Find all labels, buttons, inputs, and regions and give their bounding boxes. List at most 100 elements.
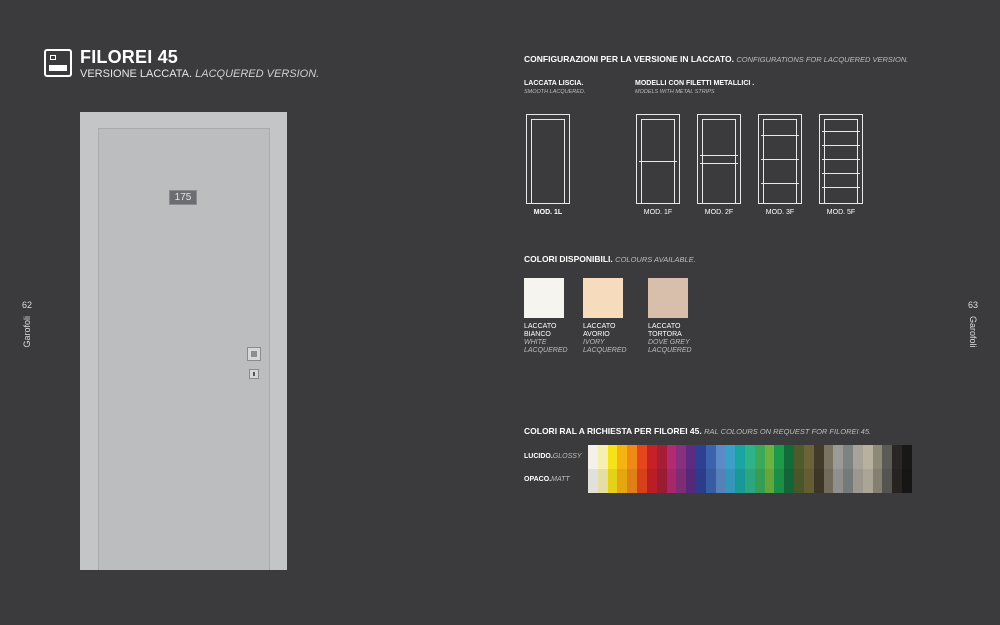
ral-color-chip: [754, 469, 765, 493]
door-lock-icon: [249, 369, 259, 379]
metal-strip: [761, 135, 799, 136]
metal-strip: [822, 159, 860, 160]
ral-color-chip: [823, 445, 834, 469]
ral-color-chip: [725, 445, 736, 469]
ral-color-chip: [774, 445, 785, 469]
ral-color-chip: [715, 445, 726, 469]
matt-label: OPACO.MATT: [524, 476, 570, 483]
ral-color-chip: [617, 469, 628, 493]
color-name-it: BIANCO: [524, 331, 551, 338]
page-subtitle: VERSIONE LACCATA. LACQUERED VERSION.: [80, 68, 319, 80]
config-heading-it: CONFIGURAZIONI PER LA VERSIONE IN LACCAT…: [524, 54, 734, 64]
ral-color-chip: [695, 445, 706, 469]
ral-color-chip: [646, 445, 657, 469]
ral-color-chip: [872, 469, 883, 493]
ral-color-chip: [862, 445, 873, 469]
ral-color-chip: [892, 469, 902, 493]
model-label: MOD. 5F: [826, 209, 856, 216]
color-swatch-label: LACCATO TORTORA DOVE GREY LACQUERED: [648, 323, 692, 355]
colors-heading-en: COLOURS AVAILABLE.: [615, 255, 696, 264]
colors-heading: COLORI DISPONIBILI. COLOURS AVAILABLE.: [524, 254, 696, 264]
metal-strip: [822, 173, 860, 174]
ral-color-chip: [666, 469, 677, 493]
metal-strip: [700, 155, 738, 156]
ral-matt-row: [588, 469, 912, 493]
ral-color-chip: [725, 469, 736, 493]
ral-color-chip: [686, 445, 696, 469]
ral-color-chip: [794, 445, 804, 469]
color-swatch: [648, 278, 688, 318]
model-door-diagram: [819, 114, 863, 204]
ral-color-chip: [784, 469, 795, 493]
ral-color-chip: [843, 469, 853, 493]
matt-label-en: MATT: [551, 476, 570, 483]
ral-color-chip: [852, 445, 863, 469]
matt-label-it: OPACO.: [524, 476, 552, 483]
model-label: MOD. 2F: [704, 209, 734, 216]
brand-logo-icon: [44, 49, 72, 77]
ral-color-chip: [803, 469, 814, 493]
ral-color-chip: [676, 469, 687, 493]
color-name-it: AVORIO: [583, 331, 610, 338]
model-label: MOD. 1L: [533, 209, 563, 216]
ral-color-chip: [803, 445, 814, 469]
ral-color-chip: [666, 445, 677, 469]
ral-color-chip: [833, 469, 844, 493]
ral-color-chip: [823, 469, 834, 493]
ral-color-chip: [588, 469, 598, 493]
page-number-left: 62: [22, 300, 33, 310]
color-swatch: [583, 278, 623, 318]
ral-glossy-row: [588, 445, 912, 469]
ral-color-chip: [892, 445, 902, 469]
color-name-en: WHITE: [524, 339, 547, 346]
ral-color-chip: [833, 445, 844, 469]
ral-color-chip: [656, 445, 667, 469]
ral-color-chip: [627, 469, 638, 493]
ral-color-chip: [774, 469, 785, 493]
color-name-it: TORTORA: [648, 331, 682, 338]
door-handle-icon: [247, 347, 261, 361]
ral-color-chip: [617, 445, 628, 469]
subtitle-it: VERSIONE LACCATA.: [80, 68, 193, 80]
ral-heading: COLORI RAL A RICHIESTA PER FILOREI 45. R…: [524, 426, 871, 436]
ral-color-chip: [607, 445, 618, 469]
ral-color-chip: [607, 469, 618, 493]
ral-color-chip: [764, 469, 775, 493]
ral-heading-it: COLORI RAL A RICHIESTA PER FILOREI 45.: [524, 426, 702, 436]
strips-heading: MODELLI CON FILETTI METALLICI .: [635, 80, 755, 87]
ral-color-chip: [695, 469, 706, 493]
metal-strip: [761, 183, 799, 184]
ral-color-chip: [882, 469, 893, 493]
ral-color-chip: [646, 469, 657, 493]
metal-strip: [822, 187, 860, 188]
ral-color-chip: [637, 469, 647, 493]
brand-right: Garofoli: [968, 316, 978, 348]
model-door-inner: [763, 119, 797, 203]
ral-color-chip: [745, 469, 755, 493]
ral-color-chip: [902, 469, 912, 493]
color-name-it: LACCATO: [524, 323, 557, 330]
ral-color-chip: [843, 445, 853, 469]
ral-color-chip: [745, 445, 755, 469]
ral-color-chip: [686, 469, 696, 493]
ral-color-chip: [754, 445, 765, 469]
subtitle-en: LACQUERED VERSION.: [195, 68, 320, 80]
color-swatch-label: LACCATO BIANCO WHITE LACQUERED: [524, 323, 568, 355]
ral-color-chip: [588, 445, 598, 469]
model-door-diagram: [526, 114, 570, 204]
ral-color-chip: [872, 445, 883, 469]
colors-heading-it: COLORI DISPONIBILI.: [524, 254, 613, 264]
ral-color-chip: [813, 469, 824, 493]
ral-color-chip: [705, 469, 716, 493]
color-swatch-label: LACCATO AVORIO IVORY LACQUERED: [583, 323, 627, 355]
config-heading: CONFIGURAZIONI PER LA VERSIONE IN LACCAT…: [524, 54, 908, 64]
ral-color-chip: [705, 445, 716, 469]
ral-color-chip: [627, 445, 638, 469]
ral-color-chip: [597, 469, 608, 493]
model-door-inner: [531, 119, 565, 203]
brand-left: Garofoli: [22, 316, 32, 348]
page-title: FILOREI 45: [80, 47, 179, 67]
metal-strip: [822, 131, 860, 132]
door-number-plate: 175: [169, 190, 197, 205]
metal-strip: [822, 145, 860, 146]
